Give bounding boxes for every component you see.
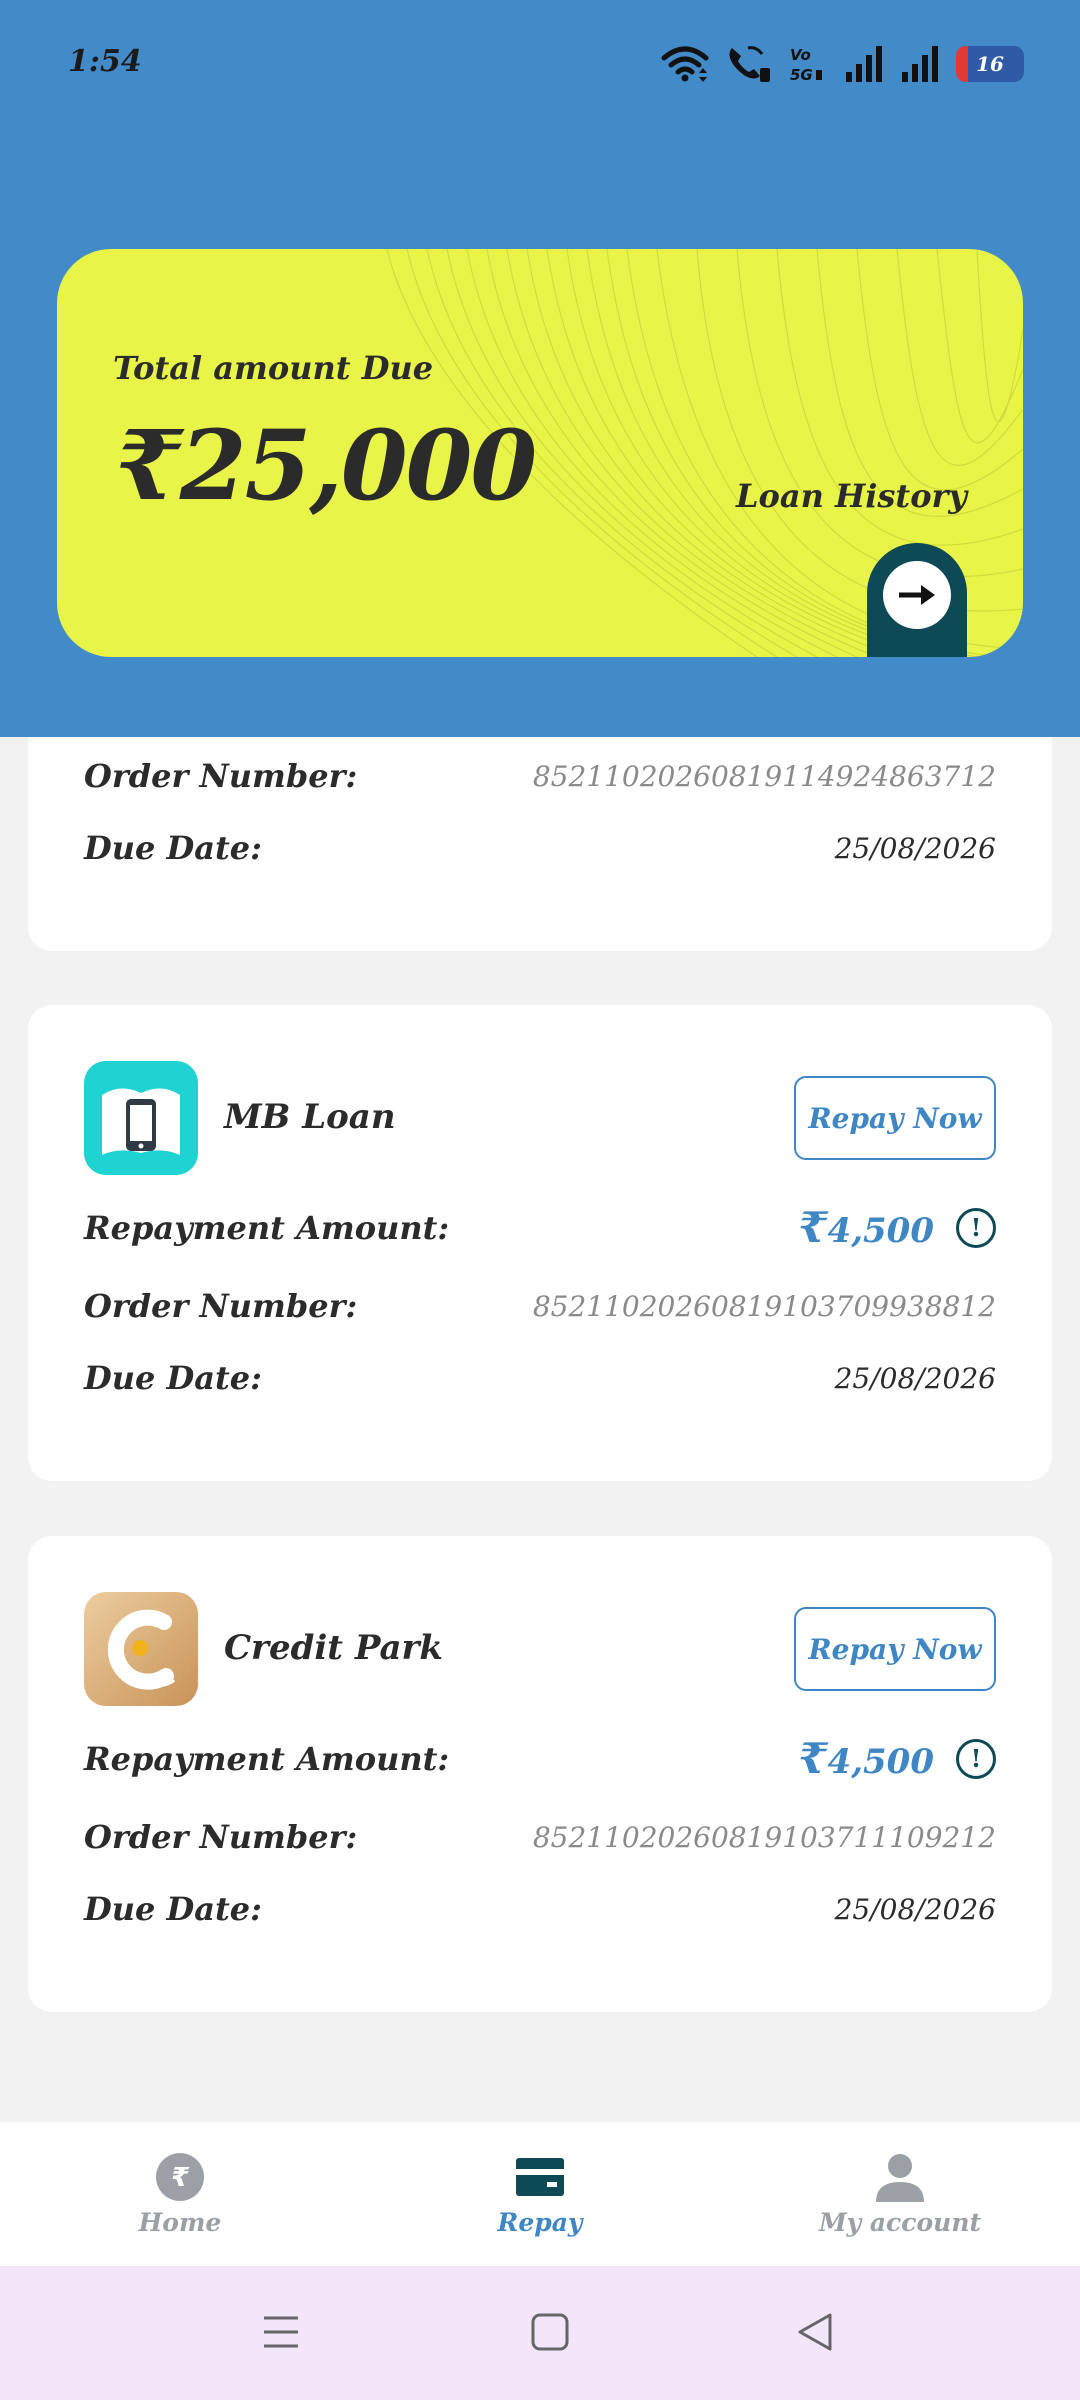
- wifi-icon: [661, 46, 709, 82]
- system-nav-bar: [0, 2266, 1080, 2400]
- due-date-value: 25/08/2026: [834, 831, 996, 865]
- battery-icon: 16: [956, 46, 1024, 82]
- due-date-row: Due Date: 25/08/2026: [84, 1359, 996, 1397]
- status-time: 1:54: [68, 44, 142, 79]
- status-bar: 1:54 Vo 5G 16: [0, 0, 1080, 128]
- rupee-coin-icon: ₹: [156, 2152, 204, 2201]
- mb-loan-app-name: MB Loan: [224, 1097, 396, 1137]
- home-square-icon[interactable]: [530, 2310, 570, 2354]
- total-due-amount: ₹25,000: [115, 409, 537, 522]
- battery-level: 16: [976, 52, 1004, 76]
- loan-history-tab[interactable]: [867, 543, 967, 657]
- menu-icon[interactable]: [262, 2310, 300, 2354]
- order-number-value: 85211020260819103709938812: [532, 1289, 996, 1323]
- repayment-amount-label: Repayment Amount:: [84, 1739, 450, 1778]
- repayment-amount: ₹4,500 !: [798, 1203, 996, 1252]
- due-date-label: Due Date:: [84, 829, 262, 867]
- wifi-call-icon: [729, 46, 770, 82]
- repayment-amount: ₹4,500 !: [798, 1734, 996, 1783]
- wallet-card-icon: [516, 2157, 564, 2196]
- repayment-amount-value: ₹4,500: [798, 1734, 934, 1783]
- svg-text:Vo: Vo: [790, 46, 811, 64]
- credit-park-logo: [84, 1592, 198, 1706]
- mb-loan-logo: [84, 1061, 198, 1175]
- repay-now-button[interactable]: Repay Now: [794, 1607, 996, 1691]
- credit-park-app-name: Credit Park: [224, 1628, 443, 1668]
- due-date-row: Due Date: 25/08/2026: [84, 829, 996, 867]
- loan-card-mb-loan: MB Loan Repay Now Repayment Amount: ₹4,5…: [28, 1005, 1052, 1481]
- due-date-value: 25/08/2026: [834, 1361, 996, 1395]
- signal-icon: [846, 46, 882, 82]
- person-icon: [876, 2153, 924, 2202]
- back-triangle-icon[interactable]: [796, 2310, 834, 2354]
- nav-repay[interactable]: Repay: [420, 2152, 660, 2237]
- order-number-value: 85211020260819114924863712: [532, 759, 996, 793]
- due-date-label: Due Date:: [84, 1890, 262, 1928]
- loan-card-partial: Order Number: 85211020260819114924863712…: [28, 737, 1052, 951]
- repayment-amount-row: Repayment Amount: ₹4,500 !: [84, 1734, 996, 1783]
- info-icon[interactable]: !: [956, 1207, 996, 1248]
- total-due-card: Total amount Due ₹25,000 Loan History: [57, 249, 1023, 657]
- svg-text:₹: ₹: [171, 2163, 190, 2193]
- nav-home[interactable]: ₹ Home: [60, 2152, 300, 2237]
- signal-icon: [902, 46, 938, 82]
- order-number-row: Order Number: 85211020260819103711109212: [84, 1818, 996, 1856]
- order-number-value: 85211020260819103711109212: [532, 1820, 996, 1854]
- credit-c-icon: [107, 1609, 176, 1690]
- status-icons: Vo 5G 16: [660, 40, 1024, 88]
- order-number-label: Order Number:: [84, 1818, 358, 1856]
- repay-now-button[interactable]: Repay Now: [794, 1076, 996, 1160]
- total-due-label: Total amount Due: [113, 349, 434, 387]
- nav-my-account[interactable]: My account: [780, 2152, 1020, 2237]
- order-number-label: Order Number:: [84, 757, 358, 795]
- loan-card-credit-park: Credit Park Repay Now Repayment Amount: …: [28, 1536, 1052, 2012]
- order-number-row: Order Number: 85211020260819114924863712: [84, 757, 996, 795]
- nav-repay-label: Repay: [497, 2207, 583, 2237]
- due-date-label: Due Date:: [84, 1359, 262, 1397]
- volte-icon: Vo 5G: [790, 46, 822, 84]
- order-number-row: Order Number: 85211020260819103709938812: [84, 1287, 996, 1325]
- repayment-amount-value: ₹4,500: [798, 1203, 934, 1252]
- due-date-row: Due Date: 25/08/2026: [84, 1890, 996, 1928]
- svg-text:5G: 5G: [790, 66, 813, 84]
- info-icon[interactable]: !: [956, 1738, 996, 1779]
- order-number-label: Order Number:: [84, 1287, 358, 1325]
- loan-history-button[interactable]: [883, 561, 951, 629]
- nav-my-account-label: My account: [818, 2207, 982, 2237]
- repayment-amount-row: Repayment Amount: ₹4,500 !: [84, 1203, 996, 1252]
- phone-book-icon: [102, 1088, 180, 1155]
- bottom-nav: ₹ Home Repay My account: [0, 2122, 1080, 2266]
- loan-history-link[interactable]: Loan History: [736, 477, 967, 515]
- repayment-amount-label: Repayment Amount:: [84, 1208, 450, 1247]
- arrow-right-icon: [899, 585, 935, 605]
- nav-home-label: Home: [138, 2207, 222, 2237]
- due-date-value: 25/08/2026: [834, 1892, 996, 1926]
- header: 1:54 Vo 5G 16 Total amount Due ₹25,000 L…: [0, 0, 1080, 737]
